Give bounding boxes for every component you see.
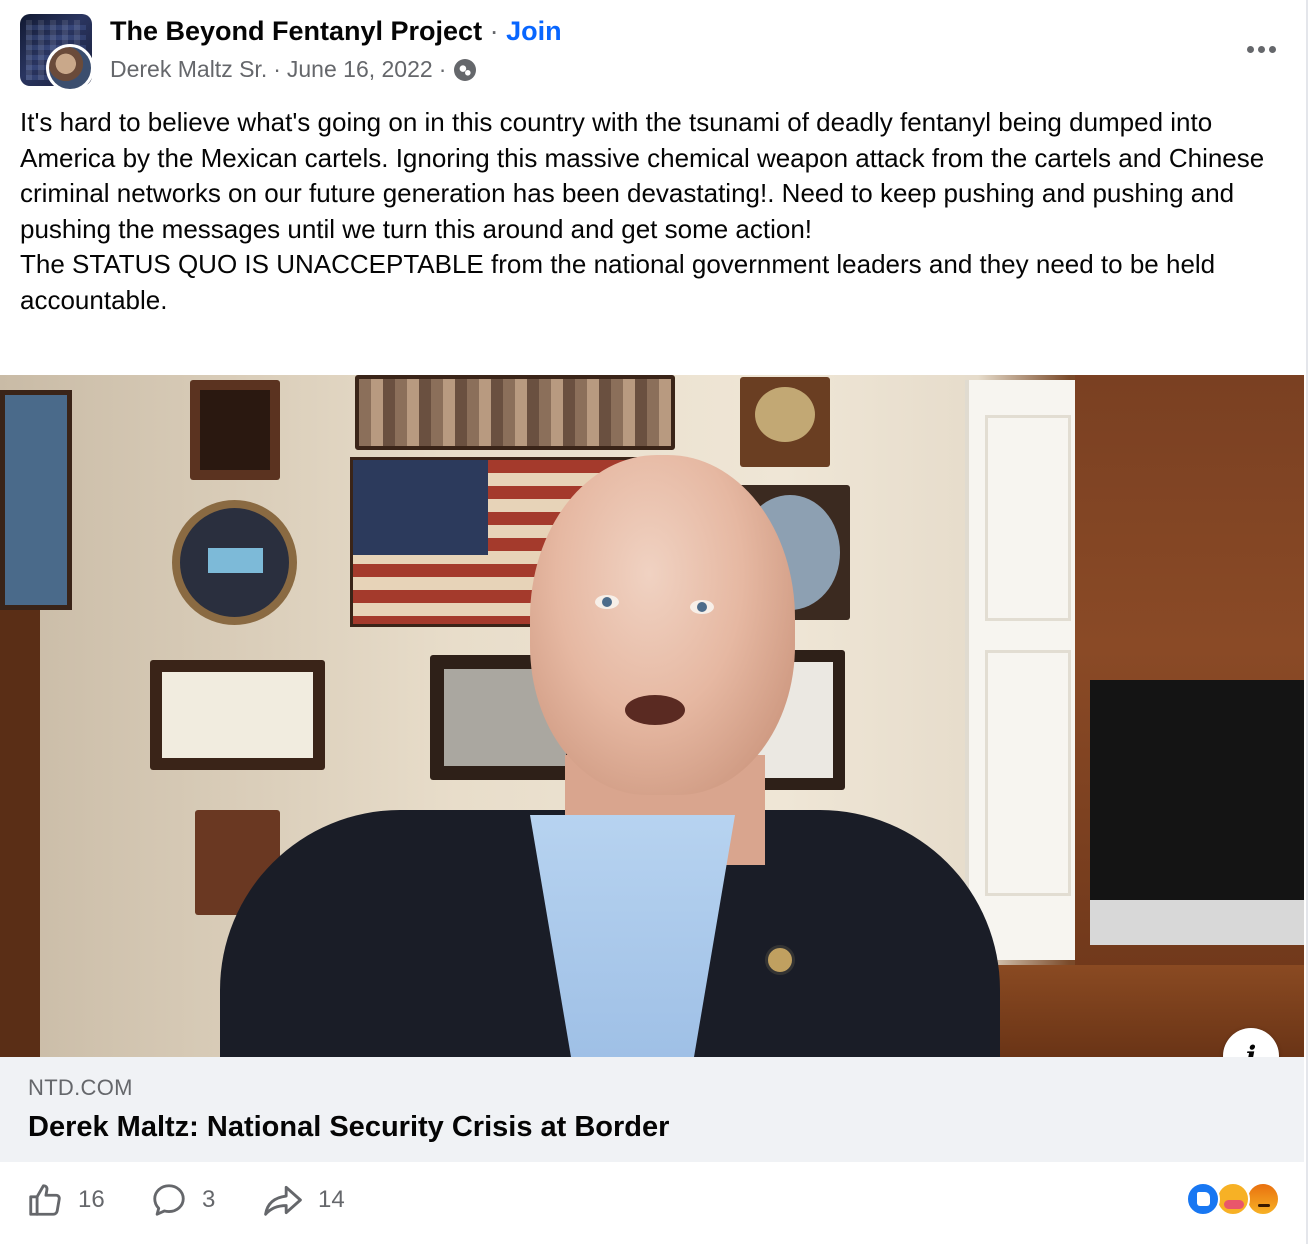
post-body-text: It's hard to believe what's going on in … [20,105,1290,318]
comment-bubble-icon [153,1184,185,1216]
separator: · [438,56,447,82]
group-name-line: The Beyond Fentanyl Project · Join [110,16,562,47]
separator: · [273,56,281,82]
post-paragraph: The STATUS QUO IS UNACCEPTABLE from the … [20,249,1216,315]
thumbs-up-icon [29,1184,61,1216]
care-reaction-icon [1216,1182,1250,1216]
link-preview-image[interactable] [0,375,1304,1057]
author-name-link[interactable]: Derek Maltz Sr. [110,56,267,83]
more-options-button[interactable] [1236,34,1286,64]
link-preview-footer[interactable]: NTD.COM Derek Maltz: National Security C… [0,1057,1304,1162]
post-header: The Beyond Fentanyl Project · Join Derek… [20,14,1286,92]
author-avatar[interactable] [46,44,94,92]
post-meta: Derek Maltz Sr. · June 16, 2022 · [110,56,477,83]
comment-count: 3 [202,1186,216,1213]
link-domain: NTD.COM [28,1075,133,1100]
post-date-link[interactable]: June 16, 2022 [287,56,433,83]
share-button[interactable]: 14 [262,1180,345,1220]
like-count: 16 [78,1186,105,1213]
group-name-link[interactable]: The Beyond Fentanyl Project [110,16,482,46]
facebook-post: The Beyond Fentanyl Project · Join Derek… [0,0,1308,1244]
share-count: 14 [318,1186,345,1213]
join-link[interactable]: Join [506,16,562,46]
like-button[interactable]: 16 [26,1180,105,1220]
separator: · [489,16,499,46]
like-reaction-icon [1186,1182,1220,1216]
speaker-figure [220,455,1000,1057]
more-horizontal-icon [1246,45,1254,53]
post-actions: 16 3 14 [0,1162,1304,1244]
share-arrow-icon [264,1185,302,1216]
post-paragraph: It's hard to believe what's going on in … [20,107,1265,244]
comment-button[interactable]: 3 [150,1180,215,1220]
reaction-summary[interactable] [1186,1182,1280,1218]
link-title[interactable]: Derek Maltz: National Security Crisis at… [28,1111,669,1144]
globe-icon [454,58,477,81]
angry-reaction-icon [1246,1182,1280,1216]
